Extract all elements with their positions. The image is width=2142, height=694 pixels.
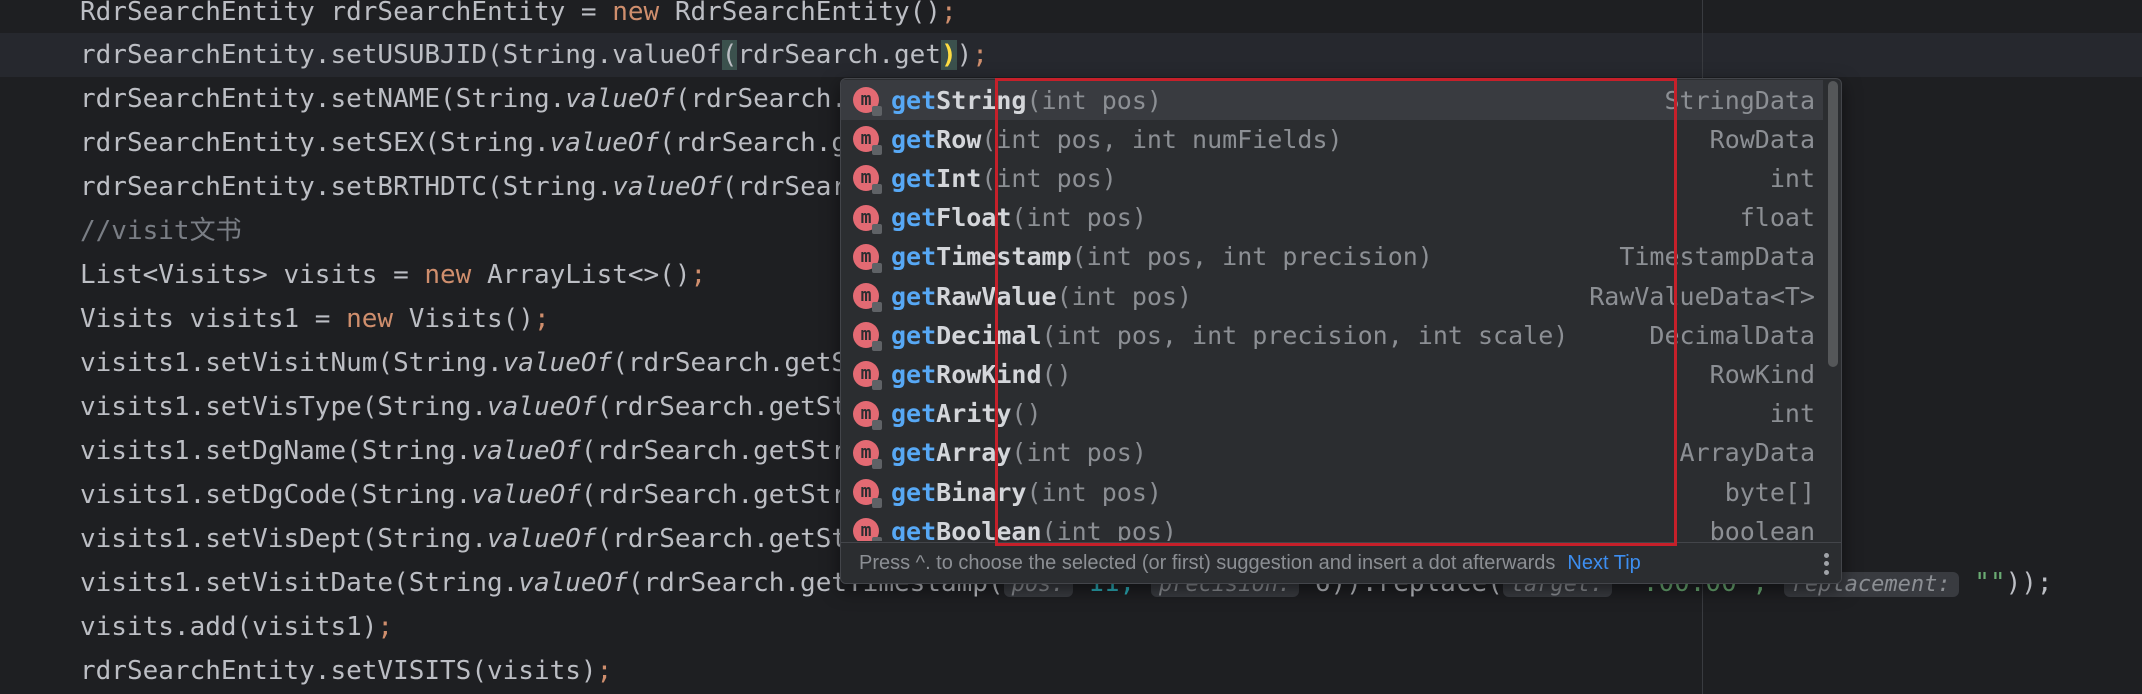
method-icon	[853, 243, 882, 273]
method-icon	[853, 518, 882, 541]
completion-footer: Press ^. to choose the selected (or firs…	[841, 542, 1841, 583]
return-type: float	[1739, 203, 1815, 233]
completion-item[interactable]: getBinary(int pos) byte[]	[841, 472, 1823, 512]
completion-item[interactable]: getFloat(int pos) float	[841, 198, 1823, 238]
completion-item[interactable]: getArray(int pos) ArrayData	[841, 433, 1823, 473]
code-line-8[interactable]: Visits visits1 = new Visits();	[80, 297, 550, 341]
code-text: visits1.setVisitDate(String.	[80, 568, 519, 598]
method-params: (int pos)	[1026, 477, 1162, 507]
method-params: (int pos, int precision)	[1071, 242, 1433, 272]
return-type: int	[1769, 399, 1815, 429]
method-icon	[853, 439, 882, 469]
method-name: getBinary	[891, 477, 1027, 507]
method-name: getInt	[891, 163, 982, 193]
code-comment[interactable]: //visit文书	[80, 209, 242, 253]
completion-item[interactable]: getRawValue(int pos) RawValueData<T>	[841, 276, 1823, 316]
method-name: getArray	[891, 438, 1012, 468]
method-icon	[853, 283, 882, 312]
return-type: StringData	[1664, 85, 1815, 115]
method-params: (int pos)	[1026, 85, 1162, 115]
method-params: (int pos)	[981, 163, 1117, 193]
return-type: RowKind	[1709, 359, 1815, 389]
completion-item[interactable]: getRow(int pos, int numFields) RowData	[841, 119, 1823, 159]
method-icon	[853, 87, 882, 116]
return-type: DecimalData	[1649, 320, 1815, 350]
method-name: getRowKind	[891, 359, 1042, 389]
method-name: getString	[891, 85, 1027, 115]
method-name: getBoolean	[891, 516, 1042, 541]
completion-item[interactable]: getTimestamp(int pos, int precision) Time…	[841, 237, 1823, 277]
method-params: ()	[1011, 399, 1042, 429]
completion-list[interactable]: getString(int pos)StringDatagetRow(int p…	[841, 79, 1831, 541]
method-params: (int pos)	[1056, 281, 1193, 311]
return-type: boolean	[1709, 516, 1815, 541]
method-params: (int pos, int numFields)	[981, 124, 1343, 154]
method-params: (int pos, int precision, int scale)	[1041, 320, 1569, 350]
method-icon	[853, 361, 882, 391]
method-icon	[853, 126, 882, 156]
more-options-icon[interactable]	[1823, 552, 1829, 575]
code-line-4[interactable]: rdrSearchEntity.setSEX(String.valueOf(rd…	[80, 121, 847, 165]
return-type: byte[]	[1724, 477, 1815, 507]
method-name: getArity	[891, 399, 1012, 429]
code-line-12[interactable]: visits1.setDgCode(String.valueOf(rdrSear…	[80, 473, 847, 517]
scrollbar-thumb[interactable]	[1828, 81, 1838, 367]
method-params: (int pos)	[1011, 438, 1147, 468]
method-icon	[853, 204, 882, 234]
completion-item[interactable]: getBoolean(int pos) boolean	[841, 511, 1823, 541]
method-params: (int pos)	[1011, 203, 1147, 233]
completion-item[interactable]: getDecimal(int pos, int precision, int s…	[841, 315, 1823, 355]
method-icon	[853, 165, 882, 195]
return-type: RowData	[1709, 124, 1815, 154]
code-line-5[interactable]: rdrSearchEntity.setBRTHDTC(String.valueO…	[80, 165, 847, 209]
code-text: valueOf	[518, 568, 628, 598]
method-icon	[853, 322, 882, 352]
footer-tip: Press ^. to choose the selected (or firs…	[859, 552, 1556, 574]
completion-item[interactable]: getArity() int	[841, 394, 1823, 434]
code-line-3[interactable]: rdrSearchEntity.setNAME(String.valueOf(r…	[80, 77, 847, 121]
completion-item[interactable]: getRowKind() RowKind	[841, 354, 1823, 394]
method-name: getTimestamp	[891, 242, 1072, 272]
method-icon	[853, 400, 882, 430]
code-line-9[interactable]: visits1.setVisitNum(String.valueOf(rdrSe…	[80, 341, 847, 385]
return-type: int	[1769, 163, 1815, 193]
return-type: ArrayData	[1679, 438, 1815, 468]
return-type: TimestampData	[1619, 242, 1815, 272]
code-line-11[interactable]: visits1.setDgName(String.valueOf(rdrSear…	[80, 429, 847, 473]
completion-scrollbar[interactable]	[1825, 79, 1841, 541]
completion-item[interactable]: getString(int pos) StringData	[841, 80, 1823, 120]
code-text: ));	[2005, 568, 2053, 598]
method-name: getDecimal	[891, 320, 1042, 350]
completion-item[interactable]: getInt(int pos) int	[841, 158, 1823, 198]
code-line-2[interactable]: rdrSearchEntity.setUSUBJID(String.valueO…	[80, 33, 988, 77]
method-name: getRow	[891, 124, 982, 154]
code-line-1[interactable]: RdrSearchEntity rdrSearchEntity = new Rd…	[80, 0, 957, 34]
method-icon	[853, 479, 882, 508]
completion-popup[interactable]: getString(int pos)StringDatagetRow(int p…	[840, 78, 1842, 584]
code-line-16[interactable]: rdrSearchEntity.setVISITS(visits);	[80, 649, 612, 693]
code-line-15[interactable]: visits.add(visits1);	[80, 605, 393, 649]
code-string: ""	[1958, 568, 2006, 598]
method-params: (int pos)	[1041, 516, 1177, 541]
code-line-10[interactable]: visits1.setVisType(String.valueOf(rdrSea…	[80, 385, 847, 429]
code-line-7[interactable]: List<Visits> visits = new ArrayList<>();	[80, 253, 706, 297]
method-name: getRawValue	[891, 281, 1057, 311]
method-params: ()	[1041, 359, 1072, 389]
code-line-13[interactable]: visits1.setVisDept(String.valueOf(rdrSea…	[80, 517, 847, 561]
method-name: getFloat	[891, 203, 1012, 233]
next-tip-link[interactable]: Next Tip	[1567, 552, 1640, 575]
return-type: RawValueData<T>	[1589, 281, 1815, 311]
